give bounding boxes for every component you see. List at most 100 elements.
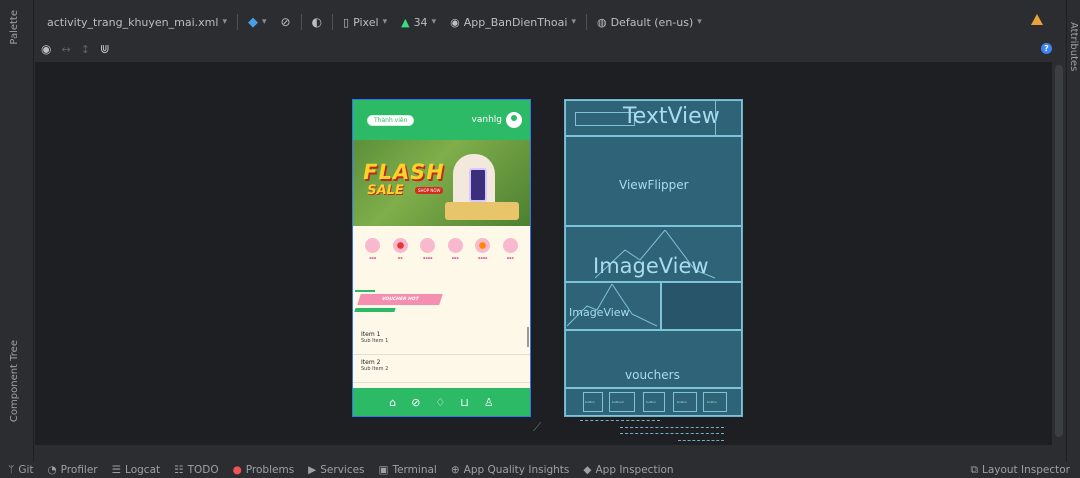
category-item[interactable]: ▪▪▪▪ [475, 238, 491, 260]
vertical-resize-icon[interactable]: ↕ [81, 43, 90, 56]
todo-tab[interactable]: ☷ TODO [174, 464, 218, 476]
voucher-underline [354, 308, 396, 312]
username: vanhlg [471, 115, 502, 125]
blueprint-button-label: button [585, 400, 595, 404]
person-icon[interactable]: ♙ [484, 396, 494, 409]
divider [300, 14, 302, 30]
logcat-label: Logcat [125, 464, 161, 476]
app-quality-tab[interactable]: ⊕ App Quality Insights [451, 464, 570, 476]
palette-tab[interactable]: Palette [9, 10, 20, 45]
problems-label: Problems [245, 464, 295, 476]
resize-handle-icon[interactable]: ⟋ [533, 420, 541, 435]
list-scrollbar[interactable] [527, 327, 529, 347]
category-label: ▪▪▪▪ [478, 256, 488, 260]
profiler-icon: ◔ [47, 464, 57, 476]
blueprint-view[interactable]: TextView ViewFlipper ImageView ImageView… [564, 99, 743, 417]
view-options-toolbar: ◉ ↔ ↕ ⋓ [35, 36, 1066, 62]
git-tab[interactable]: ᛘ Git [8, 464, 33, 476]
todo-icon: ☷ [174, 464, 184, 476]
api-selector[interactable]: ▲ 34 ▾ [397, 14, 440, 31]
divider [332, 14, 334, 30]
blueprint-imageview-label: ImageView [593, 254, 709, 278]
category-item[interactable]: ▪▪▪▪ [420, 238, 436, 260]
cart-icon[interactable]: ⊔ [460, 396, 469, 409]
magnet-off-icon[interactable]: ⋓ [100, 42, 110, 56]
blueprint-button-label: button [646, 400, 656, 404]
design-preview[interactable]: Thành viên vanhlg FLASH SALE SHOP NOW ▪▪… [352, 99, 531, 417]
list-item-title: Item 1 [361, 331, 381, 338]
services-tab[interactable]: ▶ Services [308, 464, 364, 476]
logcat-tab[interactable]: ☰ Logcat [112, 464, 161, 476]
layout-inspector-label: Layout Inspector [981, 464, 1070, 476]
services-icon: ▶ [308, 464, 317, 476]
flash-sale-banner[interactable]: FLASH SALE SHOP NOW [353, 140, 530, 226]
rotate-icon: ⊘ [280, 15, 291, 29]
component-tree-tab[interactable]: Component Tree [9, 340, 20, 422]
profiler-tab[interactable]: ◔ Profiler [47, 464, 97, 476]
category-item[interactable]: ▪▪▪ [365, 238, 381, 260]
help-icon[interactable]: ? [1041, 43, 1052, 54]
blueprint-button-box: button [673, 392, 697, 412]
terminal-tab[interactable]: ▣ Terminal [379, 464, 437, 476]
bottom-navigation: ⌂ ⊘ ♢ ⊔ ♙ [353, 388, 530, 416]
problems-tab[interactable]: ● Problems [233, 464, 295, 476]
theme-selector[interactable]: ◉ App_BanDienThoai ▾ [446, 14, 580, 31]
app-inspection-label: App Inspection [595, 464, 674, 476]
category-icon [475, 238, 491, 253]
category-item[interactable]: ▪▪▪ [502, 238, 518, 260]
divider [585, 14, 587, 30]
list-item[interactable]: Item 2 Sub Item 2 [353, 355, 530, 383]
blueprint-constraint-line [678, 440, 724, 441]
blueprint-button-label: button [707, 400, 717, 404]
bell-icon[interactable]: ♢ [435, 396, 445, 409]
app-header: Thành viên vanhlg [353, 100, 530, 140]
list-item[interactable]: Item 1 Sub Item 1 [353, 327, 530, 355]
design-canvas[interactable] [35, 62, 1052, 445]
file-selector[interactable]: activity_trang_khuyen_mai.xml ▾ [43, 14, 231, 31]
globe-icon: ◍ [596, 15, 607, 29]
night-mode-button[interactable]: ◐ [308, 13, 326, 31]
shop-now-button: SHOP NOW [415, 187, 444, 194]
locale-name: Default (en-us) [610, 15, 694, 29]
member-badge[interactable]: Thành viên [367, 114, 415, 126]
blueprint-textview-label: TextView [623, 104, 720, 129]
todo-label: TODO [187, 464, 219, 476]
home-icon[interactable]: ⌂ [389, 396, 396, 409]
category-item[interactable]: ▪▪▪ [447, 238, 463, 260]
tag-icon[interactable]: ⊘ [411, 396, 420, 409]
theme-icon: ◉ [450, 15, 460, 29]
eye-icon[interactable]: ◉ [41, 42, 51, 56]
list-item-subtitle: Sub Item 2 [361, 366, 389, 372]
app-inspection-tab[interactable]: ◆ App Inspection [583, 464, 673, 476]
category-label: ▪▪▪▪ [423, 256, 433, 260]
warning-icon[interactable] [1031, 14, 1043, 25]
design-surface-button[interactable]: ◆ ▾ [244, 13, 271, 32]
terminal-label: Terminal [392, 464, 437, 476]
chevron-down-icon: ▾ [431, 17, 437, 27]
layout-inspector-tab[interactable]: ⧉ Layout Inspector [970, 464, 1080, 477]
moon-icon: ◐ [311, 15, 323, 29]
divider [236, 14, 238, 30]
category-label: ▪▪▪ [451, 256, 459, 260]
chevron-down-icon: ▾ [261, 17, 267, 27]
blueprint-constraint-line [580, 420, 660, 421]
user-info[interactable]: vanhlg [472, 112, 522, 128]
vertical-scrollbar[interactable] [1055, 65, 1063, 437]
theme-name: App_BanDienThoai [463, 15, 568, 29]
attributes-tab[interactable]: Attributes [1068, 22, 1079, 71]
horizontal-resize-icon[interactable]: ↔ [61, 43, 70, 56]
category-item[interactable]: ▪▪ [392, 238, 408, 260]
error-icon: ● [232, 464, 242, 476]
item-list[interactable]: Item 1 Sub Item 1 Item 2 Sub Item 2 [353, 327, 530, 383]
left-tool-strip: Palette Component Tree [0, 0, 34, 462]
blueprint-avatar-box [715, 100, 742, 136]
device-selector[interactable]: ▯ Pixel ▾ [339, 14, 391, 31]
locale-selector[interactable]: ◍ Default (en-us) ▾ [593, 14, 706, 31]
category-icon [365, 238, 381, 253]
category-label: ▪▪▪ [369, 256, 377, 260]
list-item-subtitle: Sub Item 1 [361, 338, 389, 344]
blueprint-button-box: button [643, 392, 665, 412]
orientation-button[interactable]: ⊘ [277, 13, 295, 31]
blueprint-button-label: button2 [612, 400, 624, 404]
blueprint-vouchers-label: vouchers [625, 368, 680, 382]
